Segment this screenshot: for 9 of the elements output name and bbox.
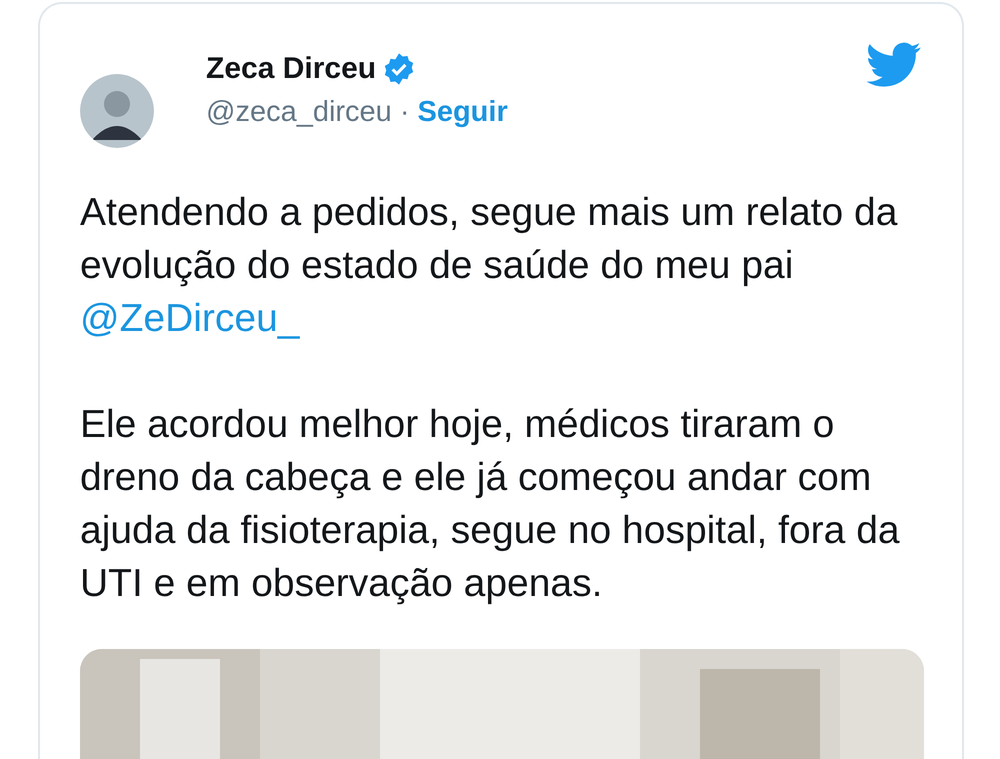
mention-link[interactable]: @ZeDirceu_: [80, 297, 300, 340]
bird-icon[interactable]: [866, 42, 922, 88]
follow-link[interactable]: Seguir: [417, 96, 508, 129]
separator: ·: [400, 96, 410, 129]
author-name[interactable]: Zeca Dirceu: [206, 52, 376, 86]
avatar[interactable]: [80, 74, 154, 148]
tweet-text: Atendendo a pedidos, segue mais um relato da evolução do estado de saúde do meu pai @ZeDirceu_: [80, 190, 898, 342]
author-handle[interactable]: @zeca_dirceu: [206, 96, 392, 129]
tweet-text: Ele acordou melhor hoje, médicos tiraram o dreno da cabeça e ele já começou andar com ajuda da fisioterapia, segue no hospital, fora da UTI e em observação apenas.: [80, 402, 901, 607]
